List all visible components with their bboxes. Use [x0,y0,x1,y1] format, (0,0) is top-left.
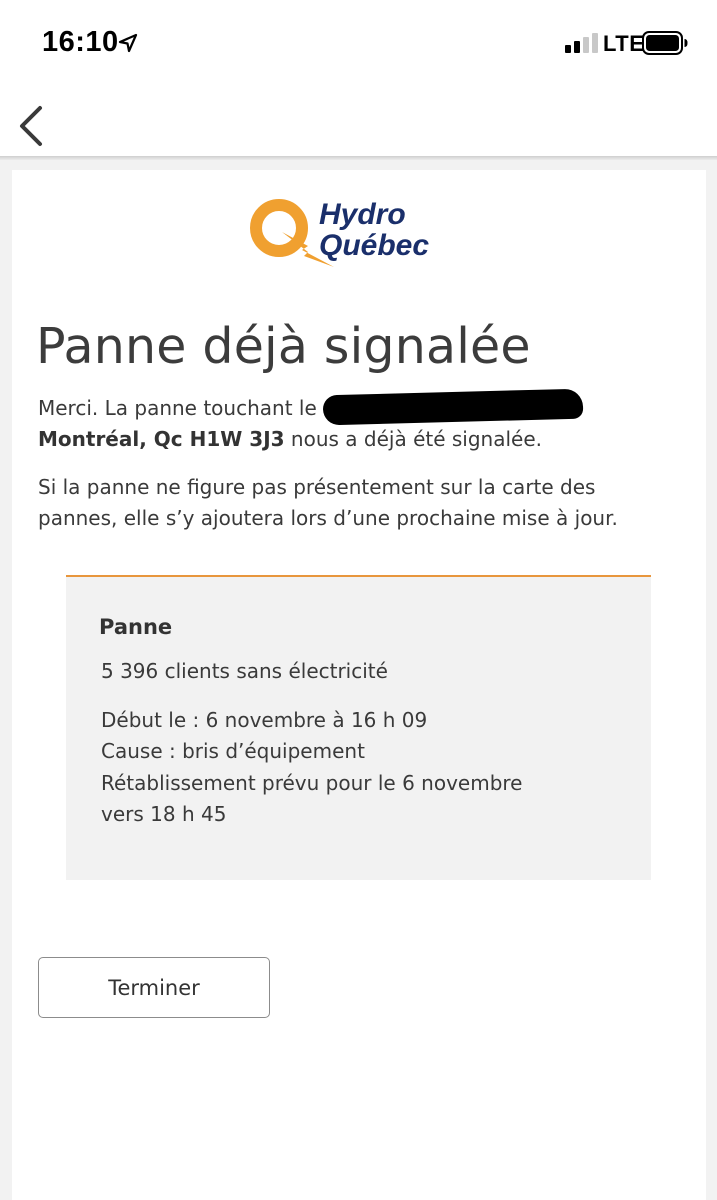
hydro-quebec-logo: Hydro Québec [250,198,429,267]
page-title: Panne déjà signalée [36,318,531,375]
logo-text-line1: Hydro [319,198,406,231]
chevron-left-icon [20,106,42,146]
outage-restore-time: vers 18 h 45 [101,802,227,826]
outage-restore: Rétablissement prévu pour le 6 novembre [101,771,523,795]
finish-button[interactable]: Terminer [38,957,270,1018]
outage-details-panel: Panne 5 396 clients sans électricité Déb… [66,575,651,880]
status-time: 16:10 [42,26,119,58]
intro-text: Merci. La panne touchant le [38,396,324,420]
signal-strength-icon [565,33,598,53]
back-button[interactable] [6,94,56,150]
logo-text-line2: Québec [319,229,429,262]
intro-text-end: nous a déjà été signalée. [284,427,543,451]
outage-start: Début le : 6 novembre à 16 h 09 [101,708,428,732]
address-text: Montréal, Qc H1W 3J3 [38,427,285,451]
redacted-address [322,388,584,426]
navigation-bar [0,88,717,158]
status-bar: 16:10 LTE [0,0,717,88]
map-note: Si la panne ne figure pas présentement s… [38,475,618,530]
battery-icon [642,31,688,55]
network-type: LTE [603,31,645,56]
outage-clients: 5 396 clients sans électricité [101,659,388,683]
location-arrow-icon [118,33,138,53]
confirmation-message: Merci. La panne touchant le Montréal, Qc… [38,388,658,455]
outage-title: Panne [99,615,173,639]
outage-cause: Cause : bris d’équipement [101,739,365,763]
